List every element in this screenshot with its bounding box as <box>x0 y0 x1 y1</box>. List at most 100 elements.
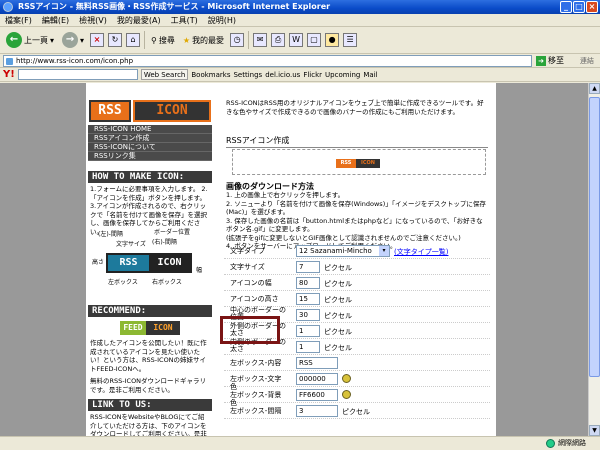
back-label: 上一頁 <box>24 35 48 45</box>
left-text-input[interactable]: RSS <box>296 357 338 369</box>
intro-text: RSS-ICONはRSS用のオリジナルアイコンをウェブ上で簡単に作成できるツール… <box>226 99 484 116</box>
upcoming-button[interactable]: Upcoming <box>325 71 360 79</box>
settings-menu[interactable]: Settings <box>233 71 262 79</box>
refresh-icon[interactable]: ↻ <box>108 33 123 47</box>
menu-edit[interactable]: 編輯(E) <box>42 14 69 26</box>
address-bar: http://www.rss-icon.com/icon.php ➜ 移至 連結 <box>0 54 600 68</box>
site-logo[interactable]: RSS ICON <box>89 100 211 122</box>
scroll-down-icon[interactable]: ▼ <box>589 425 600 436</box>
delicious-button[interactable]: del.icio.us <box>265 71 300 79</box>
nav-item-create[interactable]: RSSアイコン作成 <box>88 134 212 143</box>
diagram-left-gap: (左)-間隔 <box>98 231 123 238</box>
font-type-select[interactable]: 12 Sazanami-Mincho ▾ <box>296 245 390 257</box>
menu-favorites[interactable]: 我的最愛(A) <box>117 14 161 26</box>
search-button[interactable]: ⚲ 搜尋 <box>149 29 177 51</box>
diagram-height: 高さ <box>92 259 105 266</box>
messenger-icon[interactable]: ● <box>325 33 340 47</box>
font-size-input[interactable]: 7 <box>296 261 320 273</box>
go-arrow-icon: ➜ <box>536 55 546 66</box>
standard-toolbar: ← 上一頁 ▾ → ▾ × ↻ ⌂ ⚲ 搜尋 ★ 我的最愛 ◷ ✉ ⎙ W ▢ … <box>0 27 600 54</box>
height-input[interactable]: 15 <box>296 293 320 305</box>
diagram-width: 幅 <box>196 267 203 274</box>
feed-icon-banner[interactable]: FEED ICON <box>120 321 180 335</box>
inner-border-input[interactable]: 1 <box>296 341 320 353</box>
feed-right: ICON <box>146 321 180 335</box>
preview-left: RSS <box>336 159 356 168</box>
yahoo-logo-icon[interactable]: Y! <box>3 69 15 80</box>
font-type-label: 文字タイプ <box>230 247 265 255</box>
form-row-width: アイコンの幅 80 ピクセル <box>224 275 490 291</box>
diagram-icon-left: RSS <box>119 257 138 268</box>
link-text: RSS-ICONをWebsiteやBLOGにてご紹介していただける方は、下のアイ… <box>90 413 207 436</box>
maximize-button[interactable]: □ <box>573 1 585 13</box>
window-titlebar: RSSアイコン - 無料RSS画像・RSS作成サービス - Microsoft … <box>0 0 600 14</box>
icon-diagram: (左)-間隔 ボーダー位置 文字サイズ (右)-間隔 高さ 幅 RSS ICON… <box>92 225 210 287</box>
menu-help[interactable]: 說明(H) <box>208 14 236 26</box>
width-input[interactable]: 80 <box>296 277 320 289</box>
center-border-input[interactable]: 30 <box>296 309 320 321</box>
form-row-font-size: 文字サイズ 7 ピクセル <box>224 259 490 275</box>
gallery-text: 無料のRSS-ICONダウンロードギャラリです。是非ご利用ください。 <box>90 377 207 394</box>
highlight-box <box>220 316 280 344</box>
nav-item-links[interactable]: RSSリンク集 <box>88 152 212 161</box>
mail-button[interactable]: Mail <box>363 71 377 79</box>
favorites-button[interactable]: ★ 我的最愛 <box>181 29 226 51</box>
color-picker-icon[interactable] <box>342 374 351 383</box>
flickr-button[interactable]: Flickr <box>303 71 322 79</box>
color-picker-icon[interactable] <box>342 390 351 399</box>
links-label[interactable]: 連結 <box>574 56 600 66</box>
scroll-thumb[interactable] <box>589 97 600 377</box>
history-icon[interactable]: ◷ <box>230 33 245 47</box>
discuss-icon[interactable]: ▢ <box>307 33 322 47</box>
chevron-down-icon: ▾ <box>50 35 55 45</box>
web-search-button[interactable]: Web Search <box>140 69 189 80</box>
bookmarks-menu[interactable]: Bookmarks <box>191 71 230 79</box>
nav-item-home[interactable]: RSS-ICON HOME <box>88 125 212 134</box>
font-type-list-link[interactable]: (文字タイプ一覧) <box>394 247 448 257</box>
edit-icon[interactable]: W <box>289 33 304 47</box>
howto-heading: HOW TO MAKE ICON: <box>88 171 212 183</box>
left-fg-input[interactable]: 000000 <box>296 373 338 385</box>
print-icon[interactable]: ⎙ <box>271 33 286 47</box>
yahoo-search-input[interactable] <box>17 69 138 80</box>
logo-left: RSS <box>89 100 131 122</box>
diagram-left-box: 左ボックス <box>108 279 138 286</box>
stop-icon[interactable]: × <box>90 33 105 47</box>
mail-icon[interactable]: ✉ <box>253 33 268 47</box>
download-steps: 1. 上の画像上で右クリックを押します。 2. ソニューより「名前を付けて画像を… <box>226 191 488 251</box>
unit-label: ピクセル <box>324 312 352 320</box>
left-bg-input[interactable]: FF6600 <box>296 389 338 401</box>
research-icon[interactable]: ☰ <box>343 33 358 47</box>
icon-preview-area: RSS ICON <box>232 149 486 175</box>
diagram-icon: RSS ICON <box>106 253 192 273</box>
close-button[interactable]: × <box>586 1 598 13</box>
menu-file[interactable]: 檔案(F) <box>5 14 32 26</box>
menu-view[interactable]: 檢視(V) <box>79 14 107 26</box>
status-bar: 網際網路 <box>0 436 600 450</box>
vertical-scrollbar[interactable]: ▲ ▼ <box>588 83 600 436</box>
diagram-border-pos: ボーダー位置 <box>154 229 191 236</box>
menu-tools[interactable]: 工具(T) <box>171 14 198 26</box>
address-input[interactable]: http://www.rss-icon.com/icon.php <box>3 54 532 67</box>
minimize-button[interactable]: _ <box>560 1 572 13</box>
forward-button[interactable]: → ▾ <box>60 29 86 51</box>
home-icon[interactable]: ⌂ <box>126 33 141 47</box>
chevron-down-icon: ▾ <box>80 35 85 45</box>
back-arrow-icon: ← <box>6 32 22 48</box>
security-zone: 網際網路 <box>546 437 586 450</box>
ie-icon <box>3 2 13 12</box>
step-2: 2. ソニューより「名前を付けて画像を保存(Windows)」「イメージをデスク… <box>226 199 486 217</box>
section-title: RSSアイコン作成 <box>226 135 488 148</box>
outer-border-input[interactable]: 1 <box>296 325 320 337</box>
back-button[interactable]: ← 上一頁 ▾ <box>4 29 56 51</box>
left-gap-input[interactable]: 3 <box>296 405 338 417</box>
diagram-right-gap: (右)-間隔 <box>152 239 177 246</box>
go-button[interactable]: ➜ 移至 <box>536 55 570 66</box>
scroll-up-icon[interactable]: ▲ <box>589 83 600 94</box>
unit-label: ピクセル <box>324 328 352 336</box>
icon-preview[interactable]: RSS ICON <box>336 159 380 168</box>
step-note: (拡張子をgifに変更しないとGIF画像として認識されませんのでご注意ください。… <box>226 233 461 242</box>
nav-item-about[interactable]: RSS-ICONについて <box>88 143 212 152</box>
unit-label: ピクセル <box>342 408 370 416</box>
diagram-icon-right: ICON <box>149 255 190 271</box>
